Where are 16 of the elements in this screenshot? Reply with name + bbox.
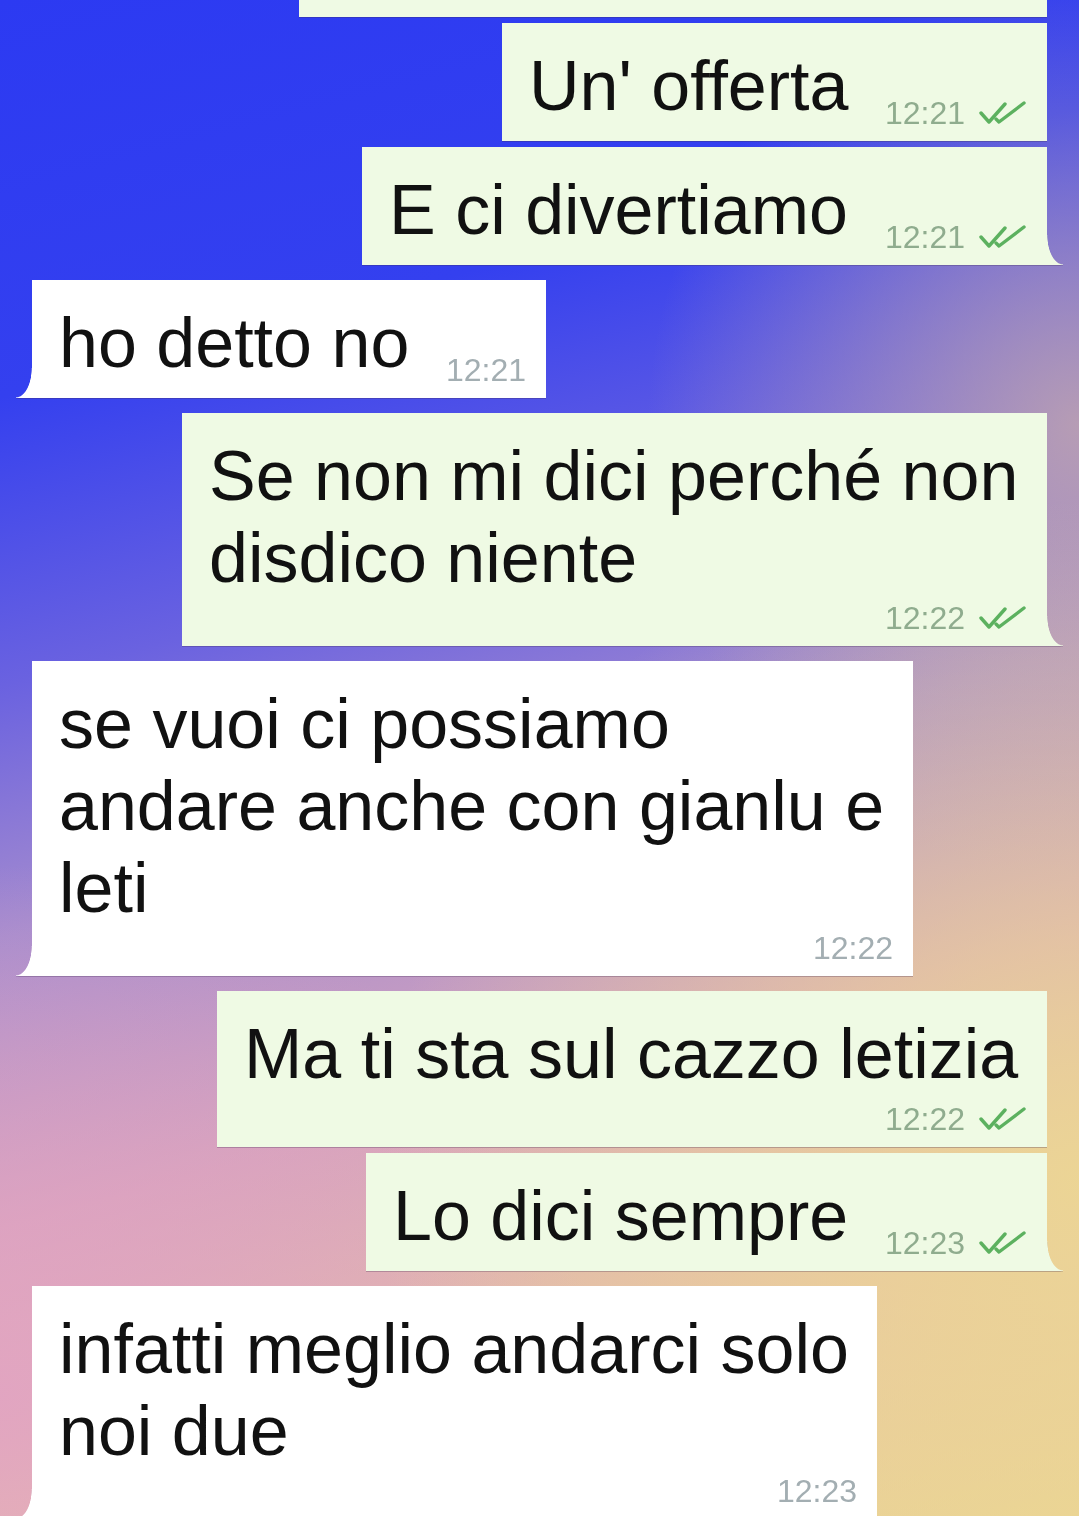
message-text: Ma ti sta sul cazzo letizia bbox=[244, 1015, 1019, 1093]
message-time: 12:21 bbox=[884, 94, 965, 132]
message-time: 12:22 bbox=[884, 1100, 965, 1138]
message-text: Un' offerta bbox=[529, 47, 849, 125]
message-time: 12:21 bbox=[445, 351, 526, 389]
message-time: 12:22 bbox=[884, 599, 965, 637]
message-time: 12:23 bbox=[776, 1472, 857, 1510]
message-text: E ci divertiamo bbox=[389, 171, 849, 249]
message-time: 12:23 bbox=[884, 1224, 965, 1262]
message-time: 12:21 bbox=[884, 218, 965, 256]
message-time: 12:22 bbox=[812, 929, 893, 967]
message-text: ho detto no bbox=[59, 304, 410, 382]
message-text: Se non mi dici perché non disdico niente bbox=[209, 437, 1019, 597]
message-text: Lo dici sempre bbox=[393, 1177, 849, 1255]
message-text: se vuoi ci possiamo andare anche con gianlu e leti bbox=[59, 685, 885, 927]
message-text: infatti meglio andarci solo noi due bbox=[59, 1310, 849, 1470]
